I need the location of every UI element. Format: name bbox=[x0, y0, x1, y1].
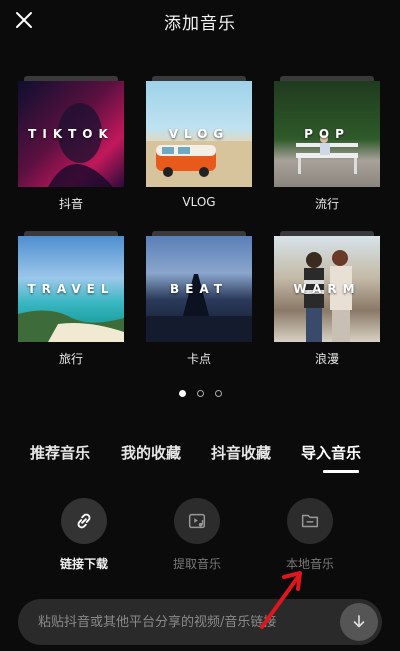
local-music-button[interactable]: 本地音乐 bbox=[260, 498, 360, 572]
folder-icon bbox=[301, 514, 319, 528]
tab-recommended[interactable]: 推荐音乐 bbox=[30, 442, 90, 463]
page-dot-active[interactable] bbox=[178, 390, 186, 397]
action-label: 链接下载 bbox=[59, 557, 108, 571]
category-label: 浪漫 bbox=[314, 352, 339, 366]
category-thumbnail: TRAVEL bbox=[18, 236, 124, 342]
category-card-pop[interactable]: POP 流行 bbox=[274, 76, 380, 211]
link-download-button[interactable]: 链接下载 bbox=[34, 498, 134, 572]
category-tag: TRAVEL bbox=[27, 282, 115, 296]
category-tag: TIKTOK bbox=[28, 127, 114, 141]
category-card-travel[interactable]: TRAVEL 旅行 bbox=[18, 231, 124, 366]
video-music-icon bbox=[188, 513, 206, 529]
category-label: 抖音 bbox=[58, 197, 83, 211]
tab-douyin-favorites[interactable]: 抖音收藏 bbox=[211, 442, 271, 463]
header: 添加音乐 bbox=[0, 0, 400, 44]
paste-link-bar bbox=[18, 599, 382, 645]
category-thumbnail: BEAT bbox=[146, 236, 252, 342]
category-thumbnail: WARM bbox=[274, 236, 380, 342]
category-card-beat[interactable]: BEAT 卡点 bbox=[146, 231, 252, 366]
download-arrow-icon bbox=[353, 615, 365, 628]
page-dot[interactable] bbox=[214, 390, 222, 397]
category-tag: POP bbox=[304, 127, 350, 141]
link-download-circle bbox=[61, 498, 107, 544]
category-tag: VLOG bbox=[168, 127, 230, 141]
paste-link-input[interactable] bbox=[38, 599, 338, 645]
page-indicator bbox=[0, 390, 400, 398]
category-label: VLOG bbox=[182, 195, 216, 209]
download-button[interactable] bbox=[340, 603, 378, 641]
category-thumbnail: POP bbox=[274, 81, 380, 187]
local-music-circle bbox=[287, 498, 333, 544]
category-thumbnail: TIKTOK bbox=[18, 81, 124, 187]
extract-music-button[interactable]: 提取音乐 bbox=[147, 498, 247, 572]
category-label: 卡点 bbox=[186, 352, 211, 366]
category-card-warm[interactable]: WARM 浪漫 bbox=[274, 231, 380, 366]
tab-import-music[interactable]: 导入音乐 bbox=[301, 442, 361, 463]
category-tag: BEAT bbox=[170, 282, 228, 296]
link-icon bbox=[77, 513, 91, 529]
category-label: 旅行 bbox=[58, 352, 83, 366]
category-card-tiktok[interactable]: TIKTOK 抖音 bbox=[18, 76, 124, 211]
active-tab-indicator bbox=[323, 470, 359, 473]
import-actions: 链接下载 提取音乐 本地音乐 bbox=[0, 498, 400, 578]
music-source-tabs: 推荐音乐 我的收藏 抖音收藏 导入音乐 bbox=[0, 442, 400, 473]
action-label: 本地音乐 bbox=[285, 557, 334, 571]
page-dot[interactable] bbox=[196, 390, 204, 397]
category-thumbnail: VLOG bbox=[146, 81, 252, 187]
category-label: 流行 bbox=[314, 197, 339, 211]
category-tag: WARM bbox=[293, 282, 361, 296]
extract-music-circle bbox=[174, 498, 220, 544]
tab-my-favorites[interactable]: 我的收藏 bbox=[121, 442, 181, 463]
page-title: 添加音乐 bbox=[164, 14, 236, 34]
action-label: 提取音乐 bbox=[172, 557, 221, 571]
category-card-vlog[interactable]: VLOG VLOG bbox=[146, 76, 252, 209]
